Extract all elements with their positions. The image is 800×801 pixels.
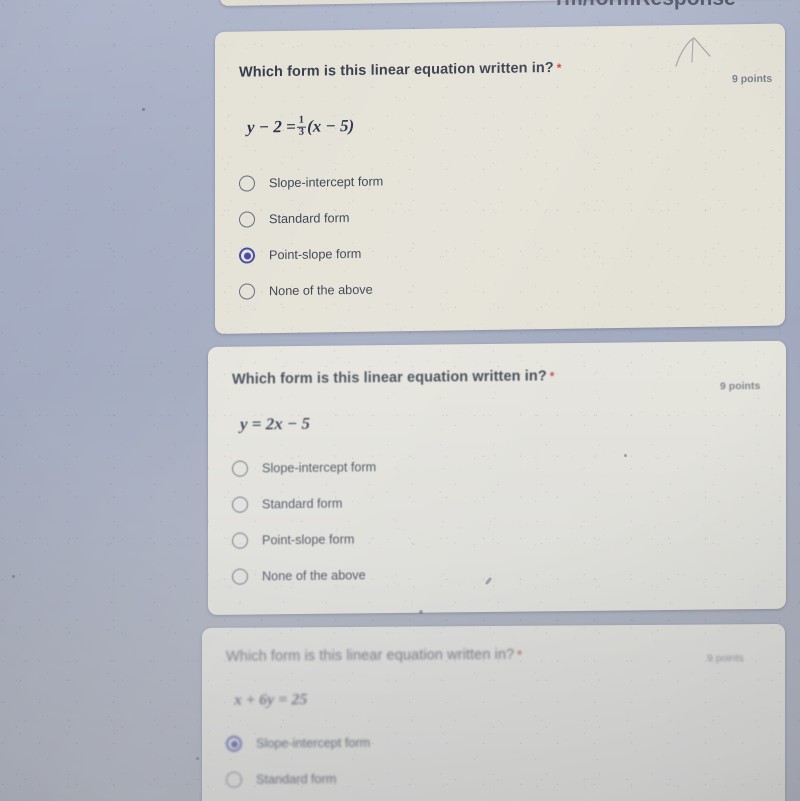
question-equation-1: y − 2 = 1 3 (x − 5) [247, 114, 355, 140]
option-list-1[interactable]: Slope-intercept form Standard form Point… [239, 164, 383, 310]
question-card-1[interactable]: Which form is this linear equation writt… [215, 23, 785, 334]
option-row-1-2[interactable]: Point-slope form [239, 236, 383, 274]
question-card-2[interactable]: Which form is this linear equation writt… [208, 340, 786, 615]
radio-icon-1-0[interactable] [239, 175, 255, 192]
option-label-3-1: Standard form [256, 772, 337, 787]
equation-lhs-1: y − 2 = [247, 116, 296, 137]
question-points-1: 9 points [732, 72, 773, 86]
option-row-2-3[interactable]: None of the above [232, 557, 376, 595]
option-row-2-0[interactable]: Slope-intercept form [232, 449, 376, 487]
question-title-2: Which form is this linear equation writt… [232, 368, 555, 388]
question-title-3: Which form is this linear equation writt… [226, 646, 523, 665]
option-label-2-1: Standard form [262, 496, 343, 512]
radio-icon-1-1[interactable] [239, 211, 255, 228]
option-label-2-0: Slope-intercept form [262, 460, 377, 476]
option-label-3-0: Slope-intercept form [256, 735, 371, 751]
question-equation-2: y = 2x − 5 [240, 413, 311, 434]
option-row-1-3[interactable]: None of the above [239, 272, 383, 310]
question-card-stack: Which form is this linear equation writt… [0, 0, 800, 801]
option-list-2[interactable]: Slope-intercept form Standard form Point… [232, 449, 376, 595]
option-row-3-0[interactable]: Slope-intercept form [226, 725, 370, 762]
radio-icon-3-0[interactable] [226, 735, 242, 752]
option-label-1-1: Standard form [269, 211, 350, 227]
option-row-1-1[interactable]: Standard form [239, 200, 383, 238]
question-equation-3: x + 6y = 25 [234, 691, 308, 709]
fraction-numerator-1: 1 [298, 114, 305, 126]
radio-icon-2-0[interactable] [232, 460, 248, 477]
required-asterisk-1: * [556, 60, 562, 75]
fraction-denominator-1: 3 [296, 126, 307, 139]
option-label-1-3: None of the above [269, 282, 373, 299]
option-list-3[interactable]: Slope-intercept form Standard form [226, 725, 370, 798]
radio-icon-3-1[interactable] [226, 771, 242, 788]
required-asterisk-3: * [517, 647, 523, 662]
option-row-2-2[interactable]: Point-slope form [232, 521, 376, 559]
option-label-1-0: Slope-intercept form [269, 174, 384, 191]
required-asterisk-2: * [549, 369, 555, 384]
option-row-2-1[interactable]: Standard form [232, 485, 376, 523]
option-row-1-0[interactable]: Slope-intercept form [239, 164, 383, 202]
previous-question-card-sliver [220, 0, 798, 6]
photo-of-screen: Which form is this linear equation writt… [0, 0, 800, 801]
question-card-3[interactable]: Which form is this linear equation writt… [202, 623, 785, 801]
equation-fraction-1: 13 [296, 114, 307, 139]
question-points-2: 9 points [720, 380, 761, 393]
equation-rhs-1: (x − 5) [307, 116, 355, 136]
radio-icon-2-2[interactable] [232, 532, 248, 549]
radio-icon-1-2[interactable] [239, 247, 255, 264]
question-title-1: Which form is this linear equation writt… [239, 59, 562, 81]
option-row-3-1[interactable]: Standard form [226, 761, 370, 798]
option-label-2-3: None of the above [262, 568, 366, 584]
radio-icon-2-1[interactable] [232, 496, 248, 513]
radio-icon-1-3[interactable] [239, 283, 255, 300]
option-label-1-2: Point-slope form [269, 246, 362, 263]
radio-icon-2-3[interactable] [232, 568, 248, 585]
option-label-2-2: Point-slope form [262, 532, 355, 548]
question-points-3: 9 points [707, 652, 744, 665]
